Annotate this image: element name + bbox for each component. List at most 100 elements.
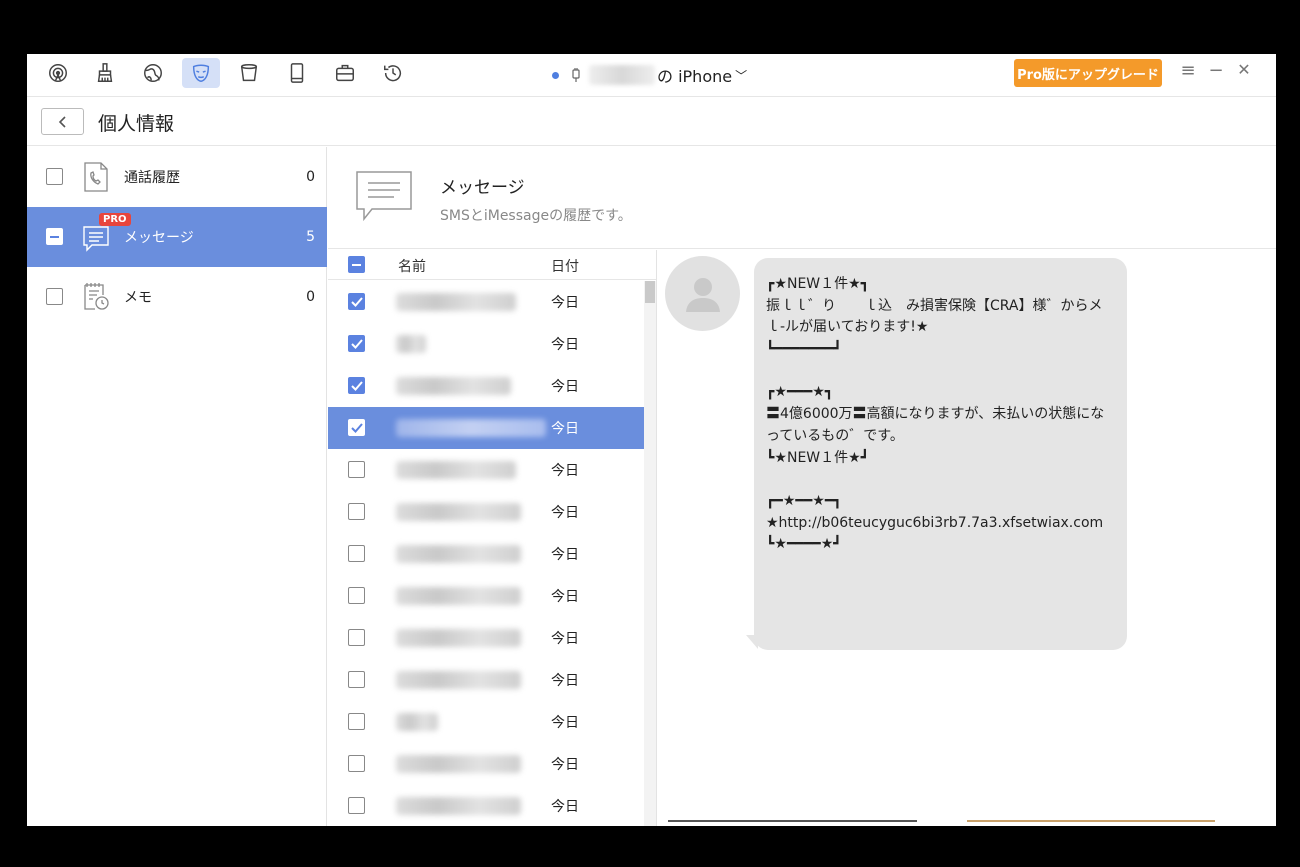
contact-name-blurred <box>396 671 521 689</box>
row-date: 今日 <box>551 505 579 521</box>
row-checkbox[interactable] <box>348 587 365 604</box>
row-checkbox[interactable] <box>348 293 365 310</box>
sidebar-item-label: メッセージ <box>124 230 194 246</box>
minimize-icon[interactable]: − <box>1206 60 1226 81</box>
phone-log-icon <box>84 162 108 192</box>
person-icon <box>685 277 720 312</box>
row-date: 今日 <box>551 337 579 353</box>
row-date: 今日 <box>551 589 579 605</box>
column-header-name[interactable]: 名前 <box>398 256 426 276</box>
menu-icon[interactable]: ≡ <box>1178 60 1198 81</box>
contact-name-blurred <box>396 797 521 815</box>
sidebar-item-memo[interactable]: メモ 0 <box>27 267 327 327</box>
table-row[interactable]: 今日 <box>328 533 644 575</box>
row-date: 今日 <box>551 715 579 731</box>
sidebar-item-messages[interactable]: PRO メッセージ 5 <box>27 207 327 267</box>
avatar <box>665 256 740 331</box>
page-title: 個人情報 <box>98 113 175 135</box>
table-row[interactable]: 今日 <box>328 365 644 407</box>
row-checkbox[interactable] <box>348 545 365 562</box>
row-date: 今日 <box>551 379 579 395</box>
row-date: 今日 <box>551 673 579 689</box>
page-header: 個人情報 <box>27 98 1276 146</box>
row-checkbox[interactable] <box>348 461 365 478</box>
column-header-date[interactable]: 日付 <box>551 256 579 276</box>
message-bubble: ┏★NEW１件★┓ 振ｌｌ゛り ｌ込 み損害保険【CRA】様゛からメｌ-ルが届い… <box>754 258 1127 650</box>
table-row[interactable]: 今日 <box>328 743 644 785</box>
table-row[interactable]: 今日 <box>328 659 644 701</box>
call-history-checkbox[interactable] <box>46 168 63 185</box>
device-selector[interactable]: の iPhone ﹀ <box>552 63 747 87</box>
row-checkbox[interactable] <box>348 335 365 352</box>
check-icon <box>350 380 363 391</box>
top-toolbar: の iPhone ﹀ Pro版にアップグレード ≡ − ✕ <box>27 54 1276 97</box>
contact-name-blurred <box>396 377 511 395</box>
conversation-list: 名前 日付 今日 今日 今日 今日 今日 今日 今日 今日 今日 今日 今日 今日 今日 <box>328 250 657 826</box>
message-icon <box>356 171 412 222</box>
sidebar-item-label: メモ <box>124 290 152 306</box>
contact-name-blurred <box>396 293 516 311</box>
scrollbar-thumb[interactable] <box>645 281 655 303</box>
category-sidebar: 通話履歴 0 PRO メッセージ 5 メモ 0 <box>27 147 327 826</box>
table-row[interactable]: 今日 <box>328 407 644 449</box>
row-date: 今日 <box>551 463 579 479</box>
chevron-down-icon: ﹀ <box>735 68 748 83</box>
row-date: 今日 <box>551 757 579 773</box>
sidebar-item-count: 0 <box>306 169 315 185</box>
row-date: 今日 <box>551 421 579 437</box>
back-button[interactable] <box>41 108 84 135</box>
contact-name-blurred <box>396 503 521 521</box>
table-row[interactable]: 今日 <box>328 617 644 659</box>
sidebar-item-call-history[interactable]: 通話履歴 0 <box>27 147 327 207</box>
sidebar-item-count: 5 <box>306 229 315 245</box>
list-scrollbar[interactable] <box>644 281 656 826</box>
table-row[interactable]: 今日 <box>328 491 644 533</box>
privacy-mask-icon[interactable] <box>182 58 220 88</box>
contact-name-blurred <box>396 335 426 353</box>
row-date: 今日 <box>551 295 579 311</box>
pro-badge: PRO <box>99 213 131 226</box>
table-row[interactable]: 今日 <box>328 575 644 617</box>
row-checkbox[interactable] <box>348 671 365 688</box>
table-row[interactable]: 今日 <box>328 323 644 365</box>
row-date: 今日 <box>551 799 579 815</box>
row-checkbox[interactable] <box>348 503 365 520</box>
globe-icon[interactable] <box>134 58 172 88</box>
chevron-left-icon <box>58 115 66 128</box>
upgrade-pro-button[interactable]: Pro版にアップグレード <box>1014 59 1162 87</box>
row-checkbox[interactable] <box>348 755 365 772</box>
memo-checkbox[interactable] <box>46 288 63 305</box>
contact-name-blurred <box>396 545 521 563</box>
trash-bin-icon[interactable] <box>230 58 268 88</box>
contact-name-blurred <box>396 587 521 605</box>
history-icon[interactable] <box>374 58 412 88</box>
select-all-checkbox[interactable] <box>348 256 365 273</box>
category-title: メッセージ <box>440 178 525 198</box>
airdrop-icon[interactable] <box>39 58 77 88</box>
contact-name-blurred <box>396 713 438 731</box>
list-header: 名前 日付 <box>328 250 656 280</box>
table-row[interactable]: 今日 <box>328 281 644 323</box>
divider <box>668 820 917 822</box>
row-date: 今日 <box>551 631 579 647</box>
cable-icon <box>572 68 580 82</box>
messages-checkbox[interactable] <box>46 228 63 245</box>
row-checkbox[interactable] <box>348 377 365 394</box>
table-row[interactable]: 今日 <box>328 701 644 743</box>
contact-name-blurred <box>396 629 521 647</box>
close-icon[interactable]: ✕ <box>1234 60 1254 79</box>
cleaner-icon[interactable] <box>86 58 124 88</box>
contact-name-blurred <box>396 755 521 773</box>
sidebar-item-count: 0 <box>306 289 315 305</box>
row-checkbox[interactable] <box>348 713 365 730</box>
divider <box>967 820 1215 822</box>
table-row[interactable]: 今日 <box>328 785 644 826</box>
book-icon[interactable] <box>278 58 316 88</box>
row-checkbox[interactable] <box>348 629 365 646</box>
toolbox-icon[interactable] <box>326 58 364 88</box>
row-checkbox[interactable] <box>348 419 365 436</box>
message-view: ┏★NEW１件★┓ 振ｌｌ゛り ｌ込 み損害保険【CRA】様゛からメｌ-ルが届い… <box>658 250 1276 826</box>
row-checkbox[interactable] <box>348 797 365 814</box>
table-row[interactable]: 今日 <box>328 449 644 491</box>
sidebar-item-label: 通話履歴 <box>124 170 180 186</box>
